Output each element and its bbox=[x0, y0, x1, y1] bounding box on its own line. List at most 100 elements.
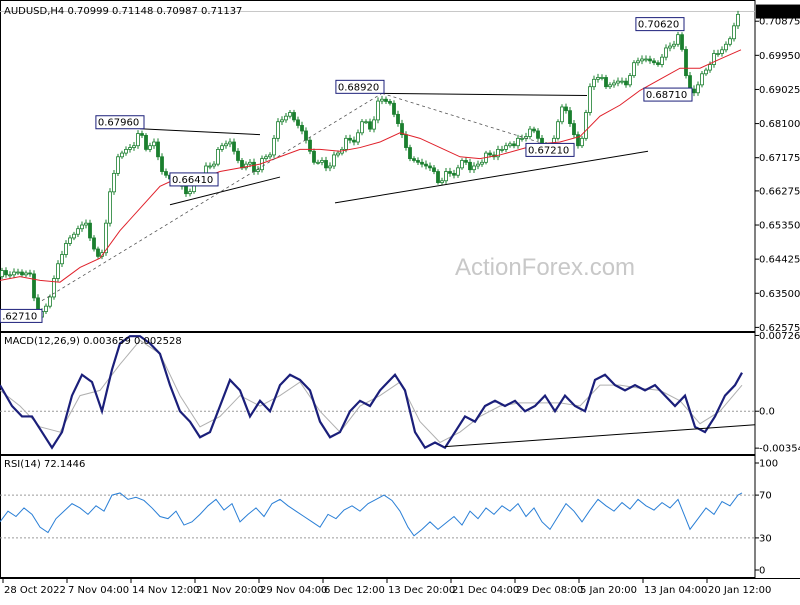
candle-body bbox=[736, 13, 740, 27]
candle-body bbox=[128, 147, 132, 150]
candle-body bbox=[636, 60, 640, 64]
candle-body bbox=[408, 147, 412, 160]
candle-body bbox=[656, 62, 660, 65]
candle-body bbox=[312, 150, 316, 163]
price-tick-label: 0.63500 bbox=[759, 289, 800, 300]
candle-body bbox=[84, 222, 88, 226]
candle-body bbox=[164, 171, 168, 176]
price-tick-label: 0.69025 bbox=[759, 85, 800, 96]
candle-body bbox=[328, 165, 332, 169]
candle-body bbox=[724, 43, 728, 51]
candle-body bbox=[532, 128, 536, 132]
candle-body bbox=[376, 100, 380, 121]
candle-body bbox=[516, 137, 520, 147]
candle-body bbox=[92, 237, 96, 250]
candle-body bbox=[112, 172, 116, 193]
candle-body bbox=[276, 121, 280, 139]
candle-body bbox=[616, 80, 620, 84]
price-tick-label: 0.65350 bbox=[759, 221, 800, 232]
chart-svg: ActionForex.com0.708750.699500.690250.68… bbox=[0, 0, 800, 596]
candle-body bbox=[344, 137, 348, 150]
candle-body bbox=[32, 273, 36, 299]
rsi-tick-label: 70 bbox=[759, 491, 772, 502]
candle-body bbox=[356, 132, 360, 143]
price-tick-label: 0.67175 bbox=[759, 153, 800, 164]
candle-body bbox=[672, 43, 676, 47]
candle-body bbox=[160, 156, 164, 172]
x-tick-label: 21 Dec 04:00 bbox=[452, 585, 519, 596]
candle-body bbox=[708, 64, 712, 71]
candle-body bbox=[512, 143, 516, 147]
candle-body bbox=[644, 58, 648, 61]
candle-body bbox=[700, 73, 704, 86]
x-tick-label: 7 Nov 04:00 bbox=[68, 585, 129, 596]
candle-body bbox=[612, 82, 616, 86]
candle-body bbox=[144, 134, 148, 150]
candle-body bbox=[580, 137, 584, 147]
candle-body bbox=[652, 60, 656, 64]
candle-body bbox=[320, 160, 324, 163]
candle-body bbox=[148, 145, 152, 150]
candle-body bbox=[384, 98, 388, 102]
candle-body bbox=[692, 88, 696, 94]
candle-body bbox=[72, 233, 76, 239]
price-annotation-label: 0.70620 bbox=[638, 20, 679, 31]
pane-frame-rsi bbox=[0, 455, 756, 578]
candle-body bbox=[216, 148, 220, 165]
macd-tick-label: -0.003542 bbox=[759, 444, 800, 455]
candle-body bbox=[608, 84, 612, 88]
candle-body bbox=[476, 163, 480, 167]
candle-body bbox=[60, 254, 64, 265]
rsi-title: RSI(14) 72.1446 bbox=[4, 459, 85, 470]
candle-body bbox=[556, 121, 560, 139]
candle-body bbox=[632, 62, 636, 77]
candle-body bbox=[184, 185, 188, 195]
x-tick-label: 5 Jan 20:00 bbox=[580, 585, 637, 596]
candle-body bbox=[116, 156, 120, 174]
candle-body bbox=[88, 222, 92, 239]
candle-body bbox=[664, 47, 668, 58]
macd-title: MACD(12,26,9) 0.003659 0.002528 bbox=[4, 336, 182, 347]
macd-tick-label: 0.007269 bbox=[759, 331, 800, 342]
candle-body bbox=[592, 78, 596, 88]
candle-body bbox=[292, 112, 296, 121]
x-tick-label: 13 Dec 20:00 bbox=[388, 585, 455, 596]
candle-body bbox=[468, 161, 472, 171]
chart-root: ActionForex.com 0.70875 0.69950 0.69025 0.68… bbox=[0, 0, 800, 600]
candle-body bbox=[648, 58, 652, 62]
candle-body bbox=[76, 228, 80, 235]
candle-body bbox=[684, 49, 688, 77]
price-tick-label: 0.66275 bbox=[759, 186, 800, 197]
price-annotation-label: 0.67960 bbox=[98, 118, 139, 129]
x-tick-label: 29 Dec 08:00 bbox=[516, 585, 583, 596]
candle-body bbox=[0, 270, 4, 278]
candle-body bbox=[624, 80, 628, 86]
candle-body bbox=[68, 237, 72, 244]
candle-body bbox=[80, 224, 84, 230]
candle-body bbox=[460, 160, 464, 169]
symbol-header: AUDUSD,H4 0.70999 0.71148 0.70987 0.7113… bbox=[4, 6, 242, 17]
candle-body bbox=[264, 156, 268, 160]
candle-body bbox=[604, 77, 608, 88]
price-annotation-label: 0.67210 bbox=[528, 145, 569, 156]
candle-body bbox=[596, 77, 600, 80]
candle-body bbox=[288, 112, 292, 117]
candle-body bbox=[48, 296, 52, 307]
macd-trendline bbox=[444, 424, 756, 448]
trendline bbox=[334, 150, 649, 204]
candle-body bbox=[284, 115, 288, 121]
rsi-line bbox=[0, 492, 743, 537]
candle-body bbox=[704, 69, 708, 75]
candle-body bbox=[188, 191, 192, 195]
candle-body bbox=[480, 161, 484, 165]
x-tick-label: 29 Nov 04:00 bbox=[260, 585, 327, 596]
candle-body bbox=[520, 137, 524, 140]
candle-body bbox=[124, 148, 128, 154]
candle-body bbox=[316, 161, 320, 164]
candle-body bbox=[448, 171, 452, 174]
pane-frame-price bbox=[0, 0, 756, 332]
candle-body bbox=[728, 38, 732, 45]
candle-body bbox=[132, 145, 136, 148]
candle-body bbox=[588, 86, 592, 113]
rsi-tick-label: 30 bbox=[759, 533, 772, 544]
